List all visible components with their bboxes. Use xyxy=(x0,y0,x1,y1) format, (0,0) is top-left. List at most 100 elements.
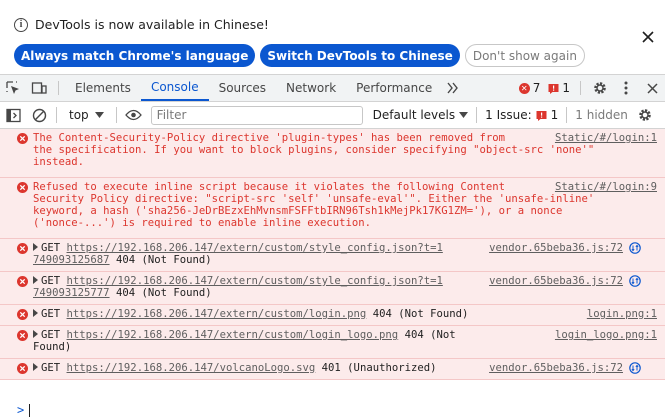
issue-flag-icon xyxy=(548,83,559,94)
network-request-line: 749093125777 404 (Not Found) xyxy=(33,287,659,299)
more-tabs-icon[interactable] xyxy=(442,75,464,101)
message-source-link[interactable]: Static/#/login:9 xyxy=(550,181,657,193)
request-url-link[interactable]: 749093125687 xyxy=(33,254,110,266)
message-line: keyword, a hash ('sha256-JeDrBEzxEhMvnsm… xyxy=(33,205,563,217)
expand-triangle-icon[interactable] xyxy=(33,330,38,338)
sidebar-toggle-icon[interactable] xyxy=(0,108,26,123)
issue-flag-icon xyxy=(536,110,547,121)
levels-label: Default levels xyxy=(372,108,456,122)
error-icon xyxy=(17,330,28,341)
clear-console-icon[interactable] xyxy=(26,108,52,123)
request-url-link[interactable]: https://192.168.206.147/extern/custom/lo… xyxy=(67,308,367,320)
tab-elements[interactable]: Elements xyxy=(65,75,141,101)
request-source-link[interactable]: vendor.65beba36.js:72 xyxy=(485,242,623,254)
request-method: GET xyxy=(41,242,61,254)
tab-console[interactable]: Console xyxy=(140,75,209,101)
network-request-line: Found) xyxy=(33,341,659,353)
request-url-link[interactable]: 749093125777 xyxy=(33,287,110,299)
tab-performance[interactable]: Performance xyxy=(346,75,442,101)
network-request-line: GET https://192.168.206.147/extern/custo… xyxy=(33,308,659,320)
dont-show-again-button[interactable]: Don't show again xyxy=(464,44,585,67)
tab-network[interactable]: Network xyxy=(276,75,346,101)
network-error-row[interactable]: GET https://192.168.206.147/extern/custo… xyxy=(0,305,665,326)
issue-count: 1 xyxy=(562,81,570,95)
info-icon: i xyxy=(14,17,28,32)
request-status: Found) xyxy=(33,341,72,353)
console-settings-gear-icon[interactable] xyxy=(632,107,658,123)
request-url-link[interactable]: https://192.168.206.147/extern/custom/st… xyxy=(67,275,443,287)
network-request-line: 749093125687 404 (Not Found) xyxy=(33,254,659,266)
console-error-message: The Content-Security-Policy directive 'p… xyxy=(0,129,665,178)
infobar-buttons: Always match Chrome's language Switch De… xyxy=(14,44,585,67)
issue-counter[interactable]: 1 xyxy=(544,75,574,101)
network-error-row[interactable]: GET https://192.168.206.147/extern/custo… xyxy=(0,239,665,272)
expand-triangle-icon[interactable] xyxy=(33,243,38,251)
toolbar-separator xyxy=(476,107,478,123)
console-input-caret[interactable] xyxy=(29,404,30,417)
toolbar-separator xyxy=(115,107,117,123)
network-panel-icon[interactable] xyxy=(629,242,641,254)
inspect-element-icon[interactable] xyxy=(0,75,26,101)
message-line: ('nonce-...') is required to enable inli… xyxy=(33,217,372,229)
switch-to-chinese-button[interactable]: Switch DevTools to Chinese xyxy=(260,44,460,67)
devtools-tabbar: Elements Console Sources Network Perform… xyxy=(0,75,665,102)
console-output: The Content-Security-Policy directive 'p… xyxy=(0,129,665,420)
network-error-row[interactable]: GET https://192.168.206.147/extern/custo… xyxy=(0,326,665,359)
filter-input[interactable]: Filter xyxy=(150,105,363,125)
message-line: instead. xyxy=(33,156,85,168)
settings-gear-icon[interactable] xyxy=(587,75,613,101)
request-source-link[interactable]: vendor.65beba36.js:72 xyxy=(485,275,623,287)
console-error-message: Refused to execute inline script because… xyxy=(0,178,665,239)
language-infobar: i DevTools is now available in Chinese! … xyxy=(0,0,665,75)
error-icon xyxy=(17,133,28,144)
request-url-link[interactable]: https://192.168.206.147/extern/custom/st… xyxy=(67,242,443,254)
toolbar-separator xyxy=(56,107,57,123)
tabbar-spacer xyxy=(464,75,515,101)
expand-triangle-icon[interactable] xyxy=(33,309,38,317)
error-icon xyxy=(17,182,28,193)
request-source-link[interactable]: vendor.65beba36.js:72 xyxy=(485,362,623,374)
issues-count: 1 xyxy=(550,108,559,122)
filter-placeholder: Filter xyxy=(156,108,187,122)
error-icon xyxy=(17,276,28,287)
message-source-link[interactable]: Static/#/login:1 xyxy=(550,132,657,144)
error-counter[interactable]: ✕ 7 xyxy=(515,75,545,101)
issues-label: 1 Issue: xyxy=(485,108,532,122)
request-status: 404 (Not Found) xyxy=(372,308,469,320)
log-levels-dropdown[interactable]: Default levels xyxy=(372,108,469,122)
live-expression-eye-icon[interactable] xyxy=(121,109,147,121)
network-error-row[interactable]: GET https://192.168.206.147/volcanoLogo.… xyxy=(0,359,665,380)
close-icon[interactable] xyxy=(641,30,655,44)
infobar-message-row: i DevTools is now available in Chinese! xyxy=(14,17,269,32)
request-status: 404 (Not Found) xyxy=(115,287,212,299)
more-options-icon[interactable] xyxy=(613,75,639,101)
issues-button[interactable]: 1 Issue: 1 xyxy=(485,108,558,122)
context-selector[interactable]: top xyxy=(61,108,112,122)
tab-separator xyxy=(580,81,581,95)
close-devtools-icon[interactable] xyxy=(639,75,665,101)
message-line: the specification. If you want to block … xyxy=(33,144,595,156)
request-url-link[interactable]: https://192.168.206.147/volcanoLogo.svg xyxy=(67,362,316,374)
context-value: top xyxy=(69,108,89,122)
error-icon xyxy=(17,363,28,374)
tab-separator xyxy=(58,81,59,95)
tab-sources[interactable]: Sources xyxy=(209,75,276,101)
infobar-message: DevTools is now available in Chinese! xyxy=(35,17,269,32)
request-method: GET xyxy=(41,308,61,320)
request-status: 404 (Not xyxy=(404,329,456,341)
network-panel-icon[interactable] xyxy=(629,275,641,287)
request-source-link[interactable]: login_logo.png:1 xyxy=(550,329,657,341)
request-status: 401 (Unauthorized) xyxy=(321,362,437,374)
expand-triangle-icon[interactable] xyxy=(33,276,38,284)
network-panel-icon[interactable] xyxy=(629,362,641,374)
request-status: 404 (Not Found) xyxy=(115,254,212,266)
always-match-language-button[interactable]: Always match Chrome's language xyxy=(14,44,256,67)
request-source-link[interactable]: login.png:1 xyxy=(582,308,657,320)
request-method: GET xyxy=(41,329,61,341)
request-url-link[interactable]: https://192.168.206.147/extern/custom/lo… xyxy=(67,329,399,341)
device-toolbar-icon[interactable] xyxy=(26,75,52,101)
network-error-row[interactable]: GET https://192.168.206.147/extern/custo… xyxy=(0,272,665,305)
request-method: GET xyxy=(41,362,61,374)
expand-triangle-icon[interactable] xyxy=(33,363,38,371)
toolbar-separator xyxy=(566,107,568,123)
